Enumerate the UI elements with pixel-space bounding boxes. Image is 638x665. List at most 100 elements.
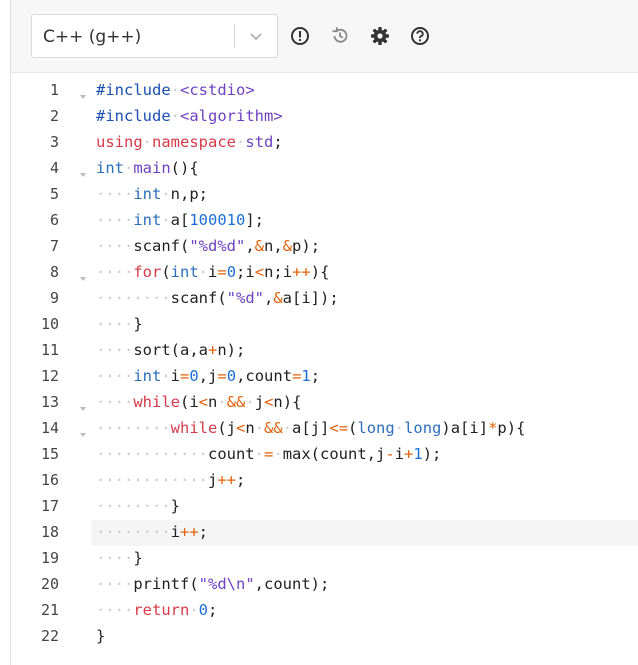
code-text: #include·<algorithm>	[96, 107, 283, 125]
language-select[interactable]: C++ (g++)	[31, 14, 278, 58]
code-line[interactable]: 17 ········}	[11, 494, 638, 520]
line-number: 11	[40, 341, 59, 359]
code-line[interactable]: 19 ····}	[11, 546, 638, 572]
code-text: ········while(j<n·&&·a[j]<=(long·long)a[…	[96, 419, 526, 437]
code-line[interactable]: 7 ····scanf("%d%d",&n,&p);	[11, 234, 638, 260]
code-text: ····printf("%d\n",count);	[96, 575, 330, 593]
code-line[interactable]: 14 ········while(j<n·&&·a[j]<=(long·long)…	[11, 416, 638, 442]
code-line-content[interactable]: ········scanf("%d",&a[i]);	[91, 286, 638, 312]
code-line-content[interactable]: ····scanf("%d%d",&n,&p);	[91, 234, 638, 260]
code-text: ····int·a[100010];	[96, 211, 265, 229]
exclamation-circle-icon	[291, 27, 309, 45]
info-button[interactable]	[290, 26, 310, 46]
code-line-content[interactable]: ········while(j<n·&&·a[j]<=(long·long)a[…	[91, 416, 638, 442]
code-text: ········scanf("%d",&a[i]);	[96, 289, 339, 307]
code-text: ············j++;	[96, 471, 246, 489]
code-line[interactable]: 20 ····printf("%d\n",count);	[11, 572, 638, 598]
settings-button[interactable]	[370, 26, 390, 46]
history-button[interactable]	[330, 26, 350, 46]
code-line[interactable]: 10 ····}	[11, 312, 638, 338]
code-line-content[interactable]: ····printf("%d\n",count);	[91, 572, 638, 598]
code-line[interactable]: 13 ····while(i<n·&&·j<n){	[11, 390, 638, 416]
code-text: int·main(){	[96, 159, 199, 177]
code-text: ····int·i=0,j=0,count=1;	[96, 367, 321, 385]
code-line[interactable]: 11 ····sort(a,a+n);	[11, 338, 638, 364]
code-line-content[interactable]: #include·<algorithm>	[91, 104, 638, 130]
code-text: ····return·0;	[96, 601, 218, 619]
code-line[interactable]: 2 #include·<algorithm>	[11, 104, 638, 130]
code-text: #include·<cstdio>	[96, 81, 255, 99]
code-text: ····while(i<n·&&·j<n){	[96, 393, 302, 411]
code-text: }	[96, 627, 106, 645]
code-text: ····}	[96, 315, 143, 333]
code-text: ········i++;	[96, 523, 209, 541]
line-number: 16	[40, 471, 59, 489]
history-icon	[332, 27, 348, 43]
code-line-content[interactable]: }	[91, 624, 638, 650]
code-line-content[interactable]: ····int·i=0,j=0,count=1;	[91, 364, 638, 390]
code-editor-panel: C++ (g++) 1 #include·<cstdio> 2 #include…	[10, 0, 638, 665]
editor-toolbar: C++ (g++)	[11, 0, 638, 73]
code-text: ············count·=·max(count,j-i+1);	[96, 445, 442, 463]
line-number: 18	[40, 523, 59, 541]
code-text: ····sort(a,a+n);	[96, 341, 246, 359]
code-line[interactable]: 9 ········scanf("%d",&a[i]);	[11, 286, 638, 312]
code-line-content[interactable]: ········}	[91, 494, 638, 520]
code-line-content[interactable]: using·namespace·std;	[91, 130, 638, 156]
line-number: 5	[49, 185, 59, 203]
code-line[interactable]: 22}	[11, 624, 638, 650]
code-line[interactable]: 18 ········i++;	[11, 520, 638, 546]
code-line-content[interactable]: ····int·n,p;	[91, 182, 638, 208]
line-number: 6	[49, 211, 59, 229]
code-line[interactable]: 8 ····for(int·i=0;i<n;i++){	[11, 260, 638, 286]
code-line-content[interactable]: ····sort(a,a+n);	[91, 338, 638, 364]
code-line-content[interactable]: ············j++;	[91, 468, 638, 494]
fold-arrow-icon[interactable]	[79, 399, 87, 417]
line-number: 12	[40, 367, 59, 385]
fold-arrow-icon[interactable]	[79, 425, 87, 443]
chevron-down-icon[interactable]	[248, 28, 264, 49]
fold-arrow-icon[interactable]	[79, 87, 87, 105]
code-line[interactable]: 4 int·main(){	[11, 156, 638, 182]
code-line-content[interactable]: ············count·=·max(count,j-i+1);	[91, 442, 638, 468]
code-line[interactable]: 6 ····int·a[100010];	[11, 208, 638, 234]
line-number: 20	[40, 575, 59, 593]
code-line-content[interactable]: int·main(){	[91, 156, 638, 182]
code-text: ····scanf("%d%d",&n,&p);	[96, 237, 321, 255]
help-button[interactable]	[410, 26, 430, 46]
code-line[interactable]: 3 using·namespace·std;	[11, 130, 638, 156]
question-circle-icon	[411, 27, 429, 45]
fold-arrow-icon[interactable]	[79, 269, 87, 287]
code-line[interactable]: 12 ····int·i=0,j=0,count=1;	[11, 364, 638, 390]
code-line-content[interactable]: ····}	[91, 546, 638, 572]
code-line[interactable]: 5 ····int·n,p;	[11, 182, 638, 208]
code-line-content[interactable]: ····int·a[100010];	[91, 208, 638, 234]
code-text: ····int·n,p;	[96, 185, 208, 203]
code-line-content[interactable]: ····return·0;	[91, 598, 638, 624]
gear-icon	[371, 27, 389, 45]
fold-arrow-icon[interactable]	[79, 165, 87, 183]
code-line-content[interactable]: ········i++;	[91, 520, 638, 546]
line-number: 9	[49, 289, 59, 307]
line-number: 1	[49, 81, 59, 99]
code-line-content[interactable]: ····while(i<n·&&·j<n){	[91, 390, 638, 416]
language-select-value: C++ (g++)	[43, 27, 142, 47]
line-number: 10	[40, 315, 59, 333]
line-number: 19	[40, 549, 59, 567]
line-number: 3	[49, 133, 59, 151]
line-number: 13	[40, 393, 59, 411]
code-area[interactable]: 1 #include·<cstdio> 2 #include·<algorithm> 3…	[11, 78, 638, 650]
line-number: 17	[40, 497, 59, 515]
code-line[interactable]: 16 ············j++;	[11, 468, 638, 494]
line-number: 2	[49, 107, 59, 125]
code-line-content[interactable]: #include·<cstdio>	[91, 78, 638, 104]
code-line-content[interactable]: ····}	[91, 312, 638, 338]
line-number: 21	[40, 601, 59, 619]
line-number: 8	[49, 263, 59, 281]
code-text: ········}	[96, 497, 180, 515]
code-line[interactable]: 1 #include·<cstdio>	[11, 78, 638, 104]
code-line[interactable]: 21 ····return·0;	[11, 598, 638, 624]
code-line[interactable]: 15 ············count·=·max(count,j-i+1);	[11, 442, 638, 468]
code-line-content[interactable]: ····for(int·i=0;i<n;i++){	[91, 260, 638, 286]
select-divider	[234, 24, 235, 48]
